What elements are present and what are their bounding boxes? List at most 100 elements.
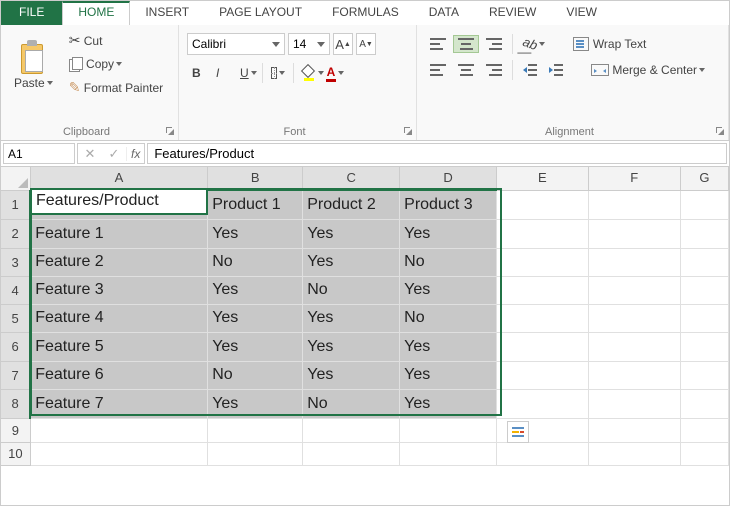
decrease-indent-button[interactable] bbox=[518, 61, 542, 79]
cell-D8[interactable]: Yes bbox=[400, 389, 497, 418]
name-box[interactable] bbox=[3, 143, 75, 164]
cell-E10[interactable] bbox=[497, 442, 588, 465]
cell-F2[interactable] bbox=[588, 219, 680, 248]
alignment-launcher[interactable] bbox=[715, 126, 725, 136]
cell-A3[interactable]: Feature 2 bbox=[30, 248, 208, 276]
cell-G6[interactable] bbox=[680, 332, 728, 361]
cell-D10[interactable] bbox=[400, 442, 497, 465]
cell-D6[interactable]: Yes bbox=[400, 332, 497, 361]
cell-F7[interactable] bbox=[588, 361, 680, 389]
clipboard-launcher[interactable] bbox=[165, 126, 175, 136]
column-header-A[interactable]: A bbox=[30, 167, 208, 190]
borders-button[interactable] bbox=[266, 61, 290, 85]
cell-B3[interactable]: No bbox=[208, 248, 303, 276]
row-header-8[interactable]: 8 bbox=[1, 389, 30, 418]
enter-formula-button[interactable]: ✓ bbox=[102, 146, 126, 162]
cell-F6[interactable] bbox=[588, 332, 680, 361]
cell-B8[interactable]: Yes bbox=[208, 389, 303, 418]
cell-A6[interactable]: Feature 5 bbox=[30, 332, 208, 361]
fx-icon[interactable]: fx bbox=[126, 147, 144, 161]
tab-review[interactable]: REVIEW bbox=[474, 1, 551, 25]
cell-C4[interactable]: No bbox=[303, 276, 400, 304]
row-header-10[interactable]: 10 bbox=[1, 442, 30, 465]
cell-A7[interactable]: Feature 6 bbox=[30, 361, 208, 389]
cell-G4[interactable] bbox=[680, 276, 728, 304]
formula-bar[interactable] bbox=[147, 143, 727, 164]
cell-A10[interactable] bbox=[30, 442, 208, 465]
cell-E4[interactable] bbox=[497, 276, 588, 304]
cell-C6[interactable]: Yes bbox=[303, 332, 400, 361]
row-header-3[interactable]: 3 bbox=[1, 248, 30, 276]
cell-F9[interactable] bbox=[588, 418, 680, 442]
cell-E8[interactable] bbox=[497, 389, 588, 418]
font-launcher[interactable] bbox=[403, 126, 413, 136]
cell-B4[interactable]: Yes bbox=[208, 276, 303, 304]
cell-E1[interactable] bbox=[497, 190, 588, 219]
cell-C2[interactable]: Yes bbox=[303, 219, 400, 248]
cell-E2[interactable] bbox=[497, 219, 588, 248]
cell-E7[interactable] bbox=[497, 361, 588, 389]
cell-C1[interactable]: Product 2 bbox=[303, 190, 400, 219]
increase-font-button[interactable]: A▲ bbox=[333, 33, 353, 55]
tab-insert[interactable]: INSERT bbox=[130, 1, 204, 25]
row-header-5[interactable]: 5 bbox=[1, 304, 30, 332]
cell-F1[interactable] bbox=[588, 190, 680, 219]
cell-F4[interactable] bbox=[588, 276, 680, 304]
cell-C3[interactable]: Yes bbox=[303, 248, 400, 276]
column-header-F[interactable]: F bbox=[588, 167, 680, 190]
align-left-button[interactable] bbox=[425, 61, 451, 79]
tab-home[interactable]: HOME bbox=[62, 1, 130, 25]
cell-C5[interactable]: Yes bbox=[303, 304, 400, 332]
tab-data[interactable]: DATA bbox=[414, 1, 474, 25]
italic-button[interactable]: I bbox=[211, 61, 235, 85]
quick-analysis-button[interactable] bbox=[507, 421, 529, 443]
align-middle-button[interactable] bbox=[453, 35, 479, 53]
row-header-6[interactable]: 6 bbox=[1, 332, 30, 361]
cell-D7[interactable]: Yes bbox=[400, 361, 497, 389]
cell-D5[interactable]: No bbox=[400, 304, 497, 332]
cell-C8[interactable]: No bbox=[303, 389, 400, 418]
cell-F10[interactable] bbox=[588, 442, 680, 465]
tab-page-layout[interactable]: PAGE LAYOUT bbox=[204, 1, 317, 25]
font-size-select[interactable] bbox=[288, 33, 330, 55]
row-header-9[interactable]: 9 bbox=[1, 418, 30, 442]
cell-E3[interactable] bbox=[497, 248, 588, 276]
bold-button[interactable]: B bbox=[187, 61, 211, 85]
copy-button[interactable]: Copy bbox=[64, 54, 168, 74]
cell-A9[interactable] bbox=[30, 418, 208, 442]
cell-G3[interactable] bbox=[680, 248, 728, 276]
cell-A5[interactable]: Feature 4 bbox=[30, 304, 208, 332]
align-bottom-button[interactable] bbox=[481, 35, 507, 53]
align-right-button[interactable] bbox=[481, 61, 507, 79]
cell-G7[interactable] bbox=[680, 361, 728, 389]
tab-view[interactable]: VIEW bbox=[551, 1, 612, 25]
worksheet[interactable]: ABCDEFG1Features/ProductProduct 1Product… bbox=[1, 167, 729, 466]
align-center-button[interactable] bbox=[453, 61, 479, 79]
cell-C9[interactable] bbox=[303, 418, 400, 442]
column-header-G[interactable]: G bbox=[680, 167, 728, 190]
orientation-button[interactable]: ab bbox=[518, 33, 550, 54]
cell-D4[interactable]: Yes bbox=[400, 276, 497, 304]
paste-button[interactable]: Paste bbox=[9, 37, 58, 93]
merge-center-button[interactable]: Merge & Center bbox=[586, 60, 710, 80]
cell-B1[interactable]: Product 1 bbox=[208, 190, 303, 219]
cell-G9[interactable] bbox=[680, 418, 728, 442]
cell-E5[interactable] bbox=[497, 304, 588, 332]
cancel-formula-button[interactable]: ✕ bbox=[78, 146, 102, 162]
select-all-corner[interactable] bbox=[1, 167, 30, 190]
cell-B9[interactable] bbox=[208, 418, 303, 442]
cell-B5[interactable]: Yes bbox=[208, 304, 303, 332]
column-header-E[interactable]: E bbox=[497, 167, 588, 190]
cell-D3[interactable]: No bbox=[400, 248, 497, 276]
cell-D1[interactable]: Product 3 bbox=[400, 190, 497, 219]
cell-D9[interactable] bbox=[400, 418, 497, 442]
cell-F5[interactable] bbox=[588, 304, 680, 332]
underline-button[interactable]: U bbox=[235, 61, 259, 85]
cell-C10[interactable] bbox=[303, 442, 400, 465]
tab-formulas[interactable]: FORMULAS bbox=[317, 1, 414, 25]
row-header-2[interactable]: 2 bbox=[1, 219, 30, 248]
cell-A2[interactable]: Feature 1 bbox=[30, 219, 208, 248]
font-name-select[interactable] bbox=[187, 33, 285, 55]
cell-A8[interactable]: Feature 7 bbox=[30, 389, 208, 418]
cell-C7[interactable]: Yes bbox=[303, 361, 400, 389]
